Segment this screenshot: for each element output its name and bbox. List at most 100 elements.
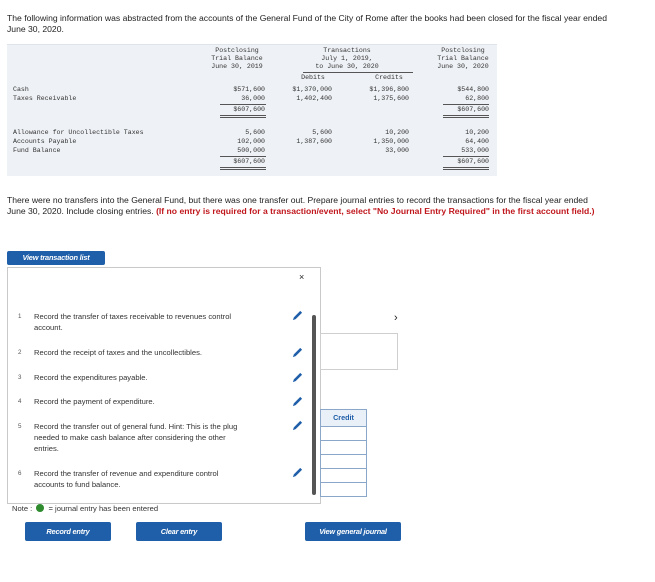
note-prefix: Note :	[12, 504, 33, 513]
intro-text: The following information was abstracted…	[7, 13, 607, 34]
transaction-number: 2	[18, 349, 22, 356]
row-pre: 5,600	[245, 129, 265, 136]
header-trans-line3: to June 30, 2020	[315, 63, 379, 70]
pencil-icon[interactable]	[292, 310, 303, 321]
header-trans-rule	[303, 72, 413, 73]
record-entry-button[interactable]: Record entry	[25, 522, 111, 541]
transaction-text: Record the transfer of taxes receivable …	[34, 312, 232, 332]
view-general-journal-button[interactable]: View general journal	[305, 522, 401, 541]
header-pre-line2: Trial Balance	[211, 55, 263, 62]
double-rule	[443, 169, 489, 170]
row-post: 10,200	[465, 129, 489, 136]
header-transactions: Transactions July 1, 2019, to June 30, 2…	[292, 47, 402, 71]
row-credits: 33,000	[385, 147, 409, 154]
note: Note : = journal entry has been entered	[12, 504, 158, 513]
total-rule	[220, 104, 266, 105]
row-credits: $1,396,800	[369, 86, 409, 93]
double-rule	[220, 117, 266, 118]
total-rule	[443, 104, 489, 105]
row-label: Allowance for Uncollectible Taxes	[13, 129, 144, 136]
row-debits: 5,600	[312, 129, 332, 136]
row-debits: 1,387,600	[296, 138, 332, 145]
header-post: Postclosing Trial Balance June 30, 2020	[428, 47, 498, 71]
transaction-item[interactable]: 5 Record the transfer out of general fun…	[18, 421, 288, 455]
credit-input[interactable]	[320, 427, 367, 441]
row-pre: 36,000	[241, 95, 265, 102]
transaction-item[interactable]: 6 Record the transfer of revenue and exp…	[18, 468, 288, 490]
transaction-number: 3	[18, 374, 22, 381]
credit-input[interactable]	[320, 455, 367, 469]
row-post: $544,800	[457, 86, 489, 93]
transaction-text: Record the payment of expenditure.	[34, 397, 155, 406]
transaction-item[interactable]: 3 Record the expenditures payable.	[18, 372, 288, 384]
debit-total-pre: $607,600	[233, 106, 265, 113]
transaction-number: 5	[18, 423, 22, 430]
transaction-text: Record the transfer out of general fund.…	[34, 422, 238, 453]
header-pre-line1: Postclosing	[215, 47, 259, 54]
double-rule	[443, 167, 489, 168]
row-label: Taxes Receivable	[13, 95, 77, 102]
header-trans-line2: July 1, 2019,	[321, 55, 373, 62]
transaction-item[interactable]: 1 Record the transfer of taxes receivabl…	[18, 311, 288, 333]
journal-header-box	[320, 333, 398, 370]
scrollbar[interactable]	[312, 315, 316, 495]
pencil-icon[interactable]	[292, 347, 303, 358]
row-label: Accounts Payable	[13, 138, 77, 145]
clear-entry-button[interactable]: Clear entry	[136, 522, 222, 541]
header-pre: Postclosing Trial Balance June 30, 2019	[202, 47, 272, 71]
double-rule	[220, 115, 266, 116]
row-post: 62,800	[465, 95, 489, 102]
double-rule	[443, 117, 489, 118]
header-pre-line3: June 30, 2019	[211, 63, 263, 70]
header-trans-line1: Transactions	[323, 47, 371, 54]
pencil-icon[interactable]	[292, 467, 303, 478]
credit-input[interactable]	[320, 483, 367, 497]
double-rule	[443, 115, 489, 116]
credit-total-pre: $607,600	[233, 158, 265, 165]
total-rule	[220, 156, 266, 157]
transaction-number: 1	[18, 313, 22, 320]
pencil-icon[interactable]	[292, 372, 303, 383]
total-rule	[443, 156, 489, 157]
row-debits: 1,402,400	[296, 95, 332, 102]
instructions: There were no transfers into the General…	[7, 195, 607, 217]
transaction-text: Record the transfer of revenue and expen…	[34, 469, 219, 489]
header-post-line3: June 30, 2020	[437, 63, 489, 70]
row-debits: $1,370,000	[292, 86, 332, 93]
credit-input[interactable]	[320, 441, 367, 455]
close-icon[interactable]: ×	[299, 272, 304, 282]
credit-total-post: $607,600	[457, 158, 489, 165]
header-post-line1: Postclosing	[441, 47, 485, 54]
row-credits: 10,200	[385, 129, 409, 136]
row-post: 533,000	[461, 147, 489, 154]
header-debits: Debits	[301, 74, 325, 81]
credit-input[interactable]	[320, 469, 367, 483]
row-pre: $571,600	[233, 86, 265, 93]
row-label: Fund Balance	[13, 147, 61, 154]
row-label: Cash	[13, 86, 29, 93]
trial-balance-table: Postclosing Trial Balance June 30, 2019 …	[7, 44, 497, 176]
row-post: 64,400	[465, 138, 489, 145]
credit-column-header: Credit	[320, 409, 367, 427]
pencil-icon[interactable]	[292, 396, 303, 407]
transaction-number: 4	[18, 398, 22, 405]
row-pre: 102,000	[237, 138, 265, 145]
transaction-item[interactable]: 2 Record the receipt of taxes and the un…	[18, 347, 288, 359]
pencil-icon[interactable]	[292, 420, 303, 431]
transaction-text: Record the receipt of taxes and the unco…	[34, 348, 203, 357]
row-pre: 500,000	[237, 147, 265, 154]
chevron-right-icon[interactable]: ›	[394, 312, 398, 324]
entered-dot-icon	[36, 504, 45, 512]
instructions-emphasis: (If no entry is required for a transacti…	[156, 206, 595, 216]
header-credits: Credits	[375, 74, 403, 81]
note-suffix: = journal entry has been entered	[48, 504, 159, 513]
row-credits: 1,375,600	[373, 95, 409, 102]
transaction-text: Record the expenditures payable.	[34, 373, 148, 382]
double-rule	[220, 167, 266, 168]
debit-total-post: $607,600	[457, 106, 489, 113]
view-transaction-list-button[interactable]: View transaction list	[7, 251, 105, 265]
transaction-number: 6	[18, 470, 22, 477]
transaction-item[interactable]: 4 Record the payment of expenditure.	[18, 396, 288, 408]
row-credits: 1,350,000	[373, 138, 409, 145]
double-rule	[220, 169, 266, 170]
